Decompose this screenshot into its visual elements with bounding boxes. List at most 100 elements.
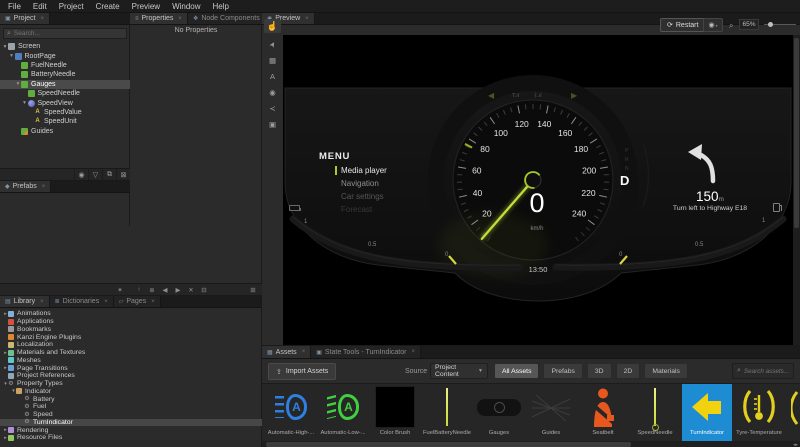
add-panel-icon[interactable]: ⊞ — [247, 286, 259, 294]
add-node-icon[interactable]: ⊕ — [146, 286, 158, 294]
asset-gauges[interactable]: Gauges — [474, 384, 524, 441]
asset-fuelbatteryneedle[interactable]: FuelBatteryNeedle — [422, 384, 472, 441]
library-node-indicator[interactable]: ▾Indicator — [0, 388, 262, 396]
close-icon[interactable]: × — [151, 299, 155, 305]
tab-dictionaries[interactable]: ≣ Dictionaries × — [50, 296, 114, 307]
cluster-menu-item-media-player[interactable]: Media player — [335, 164, 387, 177]
filter-2d[interactable]: 2D — [616, 363, 641, 379]
asset-speedneedle[interactable]: SpeedNeedle — [630, 384, 680, 441]
asset-seatbelt[interactable]: Seatbelt — [578, 384, 628, 441]
menu-item-preview[interactable]: Preview — [127, 2, 165, 11]
asset-tyre-temperature[interactable]: Tyre-Temperature — [734, 384, 784, 441]
asset-automatic-high[interactable]: AAutomatic-High-... — [266, 384, 316, 441]
close-icon[interactable]: × — [178, 16, 182, 22]
tree-node-guides[interactable]: Guides — [0, 127, 130, 136]
tree-node-speedview[interactable]: ▾SpeedView — [0, 98, 130, 107]
library-node-bookmarks[interactable]: Bookmarks — [0, 326, 262, 334]
close-icon[interactable]: × — [42, 184, 46, 190]
preview-viewport[interactable]: 20406080100120140160180200220240 ◀ T.ıl … — [283, 35, 793, 345]
asset-wind[interactable]: Wind — [786, 384, 800, 441]
tab-library[interactable]: ▤ Library × — [0, 296, 50, 307]
menu-item-window[interactable]: Window — [167, 2, 205, 11]
filter-all-assets[interactable]: All Assets — [494, 363, 539, 379]
tree-node-speedneedle[interactable]: SpeedNeedle — [0, 89, 130, 98]
zoom-slider-handle[interactable] — [768, 22, 773, 27]
zoom-value[interactable]: 65% — [739, 19, 759, 30]
asset-guides[interactable]: Guides — [526, 384, 576, 441]
tree-node-speedunit[interactable]: ASpeedUnit — [0, 117, 130, 126]
library-node-fuel[interactable]: ⚙Fuel — [0, 403, 262, 411]
library-node-animations[interactable]: ▸Animations — [0, 310, 262, 318]
select-tool-icon[interactable]: ➤ — [264, 35, 281, 53]
restart-button[interactable]: ⟳ Restart — [660, 18, 705, 32]
remove-icon[interactable]: ✕ — [185, 286, 197, 294]
library-node-battery[interactable]: ⚙Battery — [0, 395, 262, 403]
menu-item-edit[interactable]: Edit — [28, 2, 52, 11]
tree-node-gauges[interactable]: ▾Gauges — [0, 80, 130, 89]
assets-scrollbar-arrows[interactable]: ◂▸ — [793, 442, 798, 447]
library-node-resource-files[interactable]: ▸Resource Files — [0, 434, 262, 442]
close-icon[interactable]: × — [305, 16, 309, 22]
magic-wand-icon[interactable]: ✶ — [114, 286, 126, 294]
library-node-applications[interactable]: Applications — [0, 318, 262, 326]
close-icon[interactable]: × — [40, 16, 44, 22]
filter-icon[interactable]: ▽ — [88, 169, 102, 180]
close-icon[interactable]: × — [302, 349, 306, 355]
filter-materials[interactable]: Materials — [644, 363, 688, 379]
tab-project[interactable]: ▣ Project × — [0, 13, 50, 24]
expander-icon[interactable]: ▾ — [22, 100, 28, 106]
tree-node-batteryneedle[interactable]: BatteryNeedle — [0, 70, 130, 79]
assets-search-input[interactable] — [744, 368, 789, 375]
tree-node-screen[interactable]: ▾Screen — [0, 42, 130, 51]
interaction-tool-icon[interactable]: ☝ — [264, 19, 281, 33]
library-node-kanzi-engine-plugins[interactable]: Kanzi Engine Plugins — [0, 333, 262, 341]
tree-node-speedvalue[interactable]: ASpeedValue — [0, 108, 130, 117]
preview-scrollbar-thumb[interactable] — [794, 38, 799, 228]
forward-icon[interactable]: ▶ — [172, 286, 184, 294]
project-search-input[interactable] — [14, 30, 123, 37]
visibility-dropdown-button[interactable]: ◉▾ — [703, 18, 723, 32]
text-tool-icon[interactable]: A — [265, 71, 280, 82]
menu-item-help[interactable]: Help — [208, 2, 234, 11]
orbit-tool-icon[interactable]: ◉ — [265, 87, 280, 98]
tab-properties[interactable]: ≡ Properties × — [130, 13, 188, 24]
tree-node-rootpage[interactable]: ▾RootPage — [0, 51, 130, 60]
tree-node-fuelneedle[interactable]: FuelNeedle — [0, 61, 130, 70]
share-tool-icon[interactable]: ≺ — [265, 103, 280, 114]
asset-automatic-low[interactable]: AAutomatic-Low-... — [318, 384, 368, 441]
library-node-materials-and-textures[interactable]: ▸Materials and Textures — [0, 349, 262, 357]
grid-tool-icon[interactable]: ▦ — [265, 55, 280, 66]
library-node-project-references[interactable]: Project References — [0, 372, 262, 380]
cluster-menu-item-car-settings[interactable]: Car settings — [335, 190, 387, 203]
filter-prefabs[interactable]: Prefabs — [543, 363, 582, 379]
deselect-icon[interactable]: ⊠ — [116, 169, 130, 180]
close-icon[interactable]: × — [411, 349, 415, 355]
close-icon[interactable]: × — [104, 299, 108, 305]
menu-item-file[interactable]: File — [3, 2, 26, 11]
tab-prefabs[interactable]: ◆ Prefabs × — [0, 181, 51, 192]
asset-turnindicator[interactable]: TurnIndicator — [682, 384, 732, 441]
library-node-localization[interactable]: Localization — [0, 341, 262, 349]
library-node-page-transitions[interactable]: ▸Page Transitions — [0, 364, 262, 372]
import-assets-button[interactable]: ⇪ Import Assets — [268, 363, 336, 380]
filter-3d[interactable]: 3D — [587, 363, 612, 379]
library-node-meshes[interactable]: Meshes — [0, 357, 262, 365]
tab-state-tools[interactable]: ▣ State Tools - TurnIndicator × — [311, 346, 421, 358]
library-node-rendering[interactable]: ▸Rendering — [0, 426, 262, 434]
library-node-speed[interactable]: ⚙Speed — [0, 411, 262, 419]
cluster-menu-item-navigation[interactable]: Navigation — [335, 177, 387, 190]
assets-scrollbar-thumb[interactable] — [266, 442, 631, 447]
visibility-icon[interactable]: ◉ — [74, 169, 88, 180]
source-dropdown[interactable]: Project Content ▼ — [430, 363, 488, 379]
close-icon[interactable]: × — [40, 299, 44, 305]
tab-assets[interactable]: ▦ Assets × — [262, 346, 311, 358]
asset-color-brush[interactable]: Color Brush — [370, 384, 420, 441]
up-arrow-icon[interactable]: ↑ — [133, 286, 145, 293]
isolate-icon[interactable]: ⧉ — [102, 169, 116, 180]
expander-icon[interactable]: ▾ — [9, 53, 15, 59]
back-icon[interactable]: ◀ — [159, 286, 171, 294]
prefabs-body[interactable] — [0, 226, 130, 283]
cluster-menu-item-forecast[interactable]: Forecast — [335, 203, 387, 216]
library-node-property-types[interactable]: ▾⚙Property Types — [0, 380, 262, 388]
menu-item-create[interactable]: Create — [91, 2, 125, 11]
